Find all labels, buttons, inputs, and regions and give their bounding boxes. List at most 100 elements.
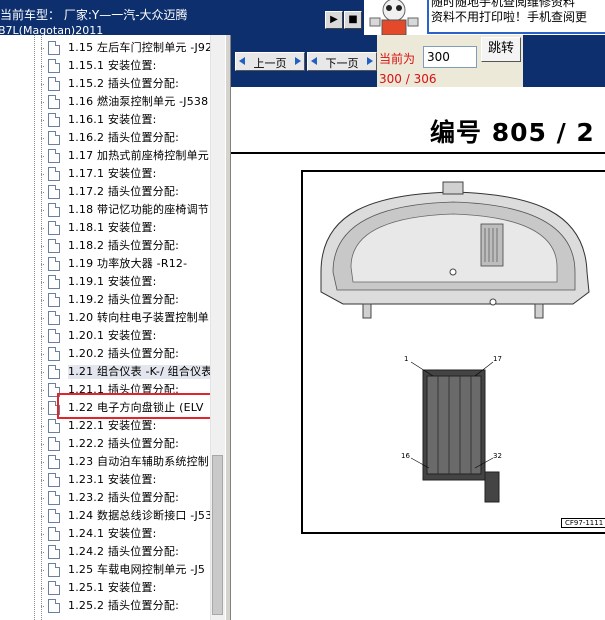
tree-item-label: 1.20.2 插头位置分配: [68,347,179,360]
tree-item-label: 1.17.1 安装位置: [68,167,157,180]
tree-item[interactable]: 1.19.1 安装位置: [0,273,210,291]
document-icon [48,113,60,127]
tree-item[interactable]: 1.16.1 安装位置: [0,111,210,129]
tree-item[interactable]: 1.16.2 插头位置分配: [0,129,210,147]
tree-item[interactable]: 1.17.1 安装位置: [0,165,210,183]
tree-item[interactable]: 1.24.1 安装位置: [0,525,210,543]
tree-item-label: 1.23.1 安装位置: [68,473,157,486]
ad-line-2: 资料不用打印啦！手机查阅更 [431,10,588,24]
vehicle-model-sub: B7L(Magotan)2011 [0,24,104,35]
tree-item[interactable]: 1.20.2 插头位置分配: [0,345,210,363]
tree-connector [41,372,44,373]
next-page-button[interactable]: 下一页 [307,52,377,71]
tree-item[interactable]: 1.24 数据总线诊断接口 -J53 [0,507,213,525]
page-title: 编号 805 / 2 [430,118,595,147]
arrow-right-icon [295,57,301,65]
tree-item-label: 1.20.1 安装位置: [68,329,157,342]
tree-connector [41,426,44,427]
tree-item[interactable]: 1.17.2 插头位置分配: [0,183,210,201]
nav-forward-button[interactable]: ▶ [325,11,343,29]
tree-connector [41,246,44,247]
tree-connector [41,102,44,103]
tree-connector [41,516,44,517]
goto-panel: 当前为 300 / 306 跳转 [377,35,523,87]
tree-connector [41,192,44,193]
page-number-input[interactable] [423,46,477,68]
tree-item[interactable]: 1.25.1 安装位置: [0,579,210,597]
tree-item-label: 1.22.1 安装位置: [68,419,157,432]
tree-connector [41,336,44,337]
prev-page-button[interactable]: 上一页 [235,52,305,71]
tree-item[interactable]: 1.15.1 安装位置: [0,57,210,75]
tree-item[interactable]: 1.23 自动泊车辅助系统控制 [0,453,210,471]
highlight-box [57,393,213,419]
document-icon [48,77,60,91]
tree-item-label: 1.24.2 插头位置分配: [68,545,179,558]
tree-item-label: 1.19.2 插头位置分配: [68,293,179,306]
tree-connector [41,264,44,265]
tree-item[interactable]: 1.22.2 插头位置分配: [0,435,210,453]
tree-item-label: 1.19.1 安装位置: [68,275,157,288]
tree-connector [41,210,44,211]
document-pane: 上一页 下一页 当前为 300 / 306 跳转 编号 805 / 2 [231,35,605,620]
next-page-label: 下一页 [325,57,359,70]
tree-item[interactable]: 1.25.2 插头位置分配: [0,597,210,615]
tree-item[interactable]: 1.18 带记忆功能的座椅调节 [0,201,210,219]
document-icon [48,293,60,307]
tree-item[interactable]: 1.15 左后车门控制单元 -J92 [0,39,213,57]
figure-code: CF97-1111 [561,518,605,528]
nav-exit-button[interactable]: ■ [344,11,362,29]
tree-item[interactable]: 1.22.1 安装位置: [0,417,210,435]
document-icon [48,149,60,163]
tree-connector [41,588,44,589]
tree-item[interactable]: 1.23.2 插头位置分配: [0,489,210,507]
tree-item-label: 1.17.2 插头位置分配: [68,185,179,198]
tree-item[interactable]: 1.25 车载电网控制单元 -J5 [0,561,210,579]
document-icon [48,185,60,199]
toc-tree[interactable]: 1.15 左后车门控制单元 -J92 1.15.1 安装位置: 1.15.2 插头位… [0,35,225,620]
tree-item[interactable]: 1.24.2 插头位置分配: [0,543,210,561]
document-icon [48,221,60,235]
tree-item-label: 1.24.1 安装位置: [68,527,157,540]
page-toolbar: 上一页 下一页 当前为 300 / 306 跳转 [231,35,605,87]
tree-item-label: 1.16 燃油泵控制单元 -J538 [68,95,209,108]
ad-banner[interactable]: 随时随地手机查阅维修资料 资料不用打印啦！手机查阅更 [364,0,605,35]
document-icon [48,347,60,361]
tree-item[interactable]: 1.19 功率放大器 -R12- [0,255,210,273]
tree-scroll-thumb[interactable] [212,455,223,615]
tree-connector [41,66,44,67]
document-icon [48,167,60,181]
tree-item[interactable]: 1.16 燃油泵控制单元 -J538 [0,93,210,111]
document-icon [48,311,60,325]
document-icon [48,257,60,271]
tree-item-label: 1.15 左后车门控制单元 -J92 [68,41,213,54]
tree-item[interactable]: 1.21 组合仪表 -K-/ 组合仪表 [0,363,213,381]
document-icon [48,275,60,289]
tree-item[interactable]: 1.17 加热式前座椅控制单元 [0,147,210,165]
document-icon [48,473,60,487]
title-divider [231,152,605,154]
document-icon [48,527,60,541]
document-icon [48,545,60,559]
tree-connector [41,552,44,553]
tree-connector [41,228,44,229]
instrument-cluster-diagram [320,181,590,503]
tree-item[interactable]: 1.18.2 插头位置分配: [0,237,210,255]
tree-item[interactable]: 1.18.1 安装位置: [0,219,210,237]
tree-item[interactable]: 1.15.2 插头位置分配: [0,75,210,93]
tree-connector [41,462,44,463]
tree-item[interactable]: 1.19.2 插头位置分配: [0,291,210,309]
tree-connector [41,606,44,607]
tree-item[interactable]: 1.20 转向柱电子装置控制单 [0,309,210,327]
tree-connector [41,84,44,85]
goto-button[interactable]: 跳转 [481,37,521,62]
tree-item-label: 1.18.1 安装位置: [68,221,157,234]
tree-item-label: 1.25 车载电网控制单元 -J5 [68,563,206,576]
document-icon [48,365,60,379]
page-total: 300 / 306 [379,72,437,86]
tree-item[interactable]: 1.20.1 安装位置: [0,327,210,345]
tree-item-label: 1.24 数据总线诊断接口 -J53 [68,509,213,522]
document-icon [48,41,60,55]
tree-item[interactable]: 1.23.1 安装位置: [0,471,210,489]
tree-item-label: 1.18.2 插头位置分配: [68,239,179,252]
